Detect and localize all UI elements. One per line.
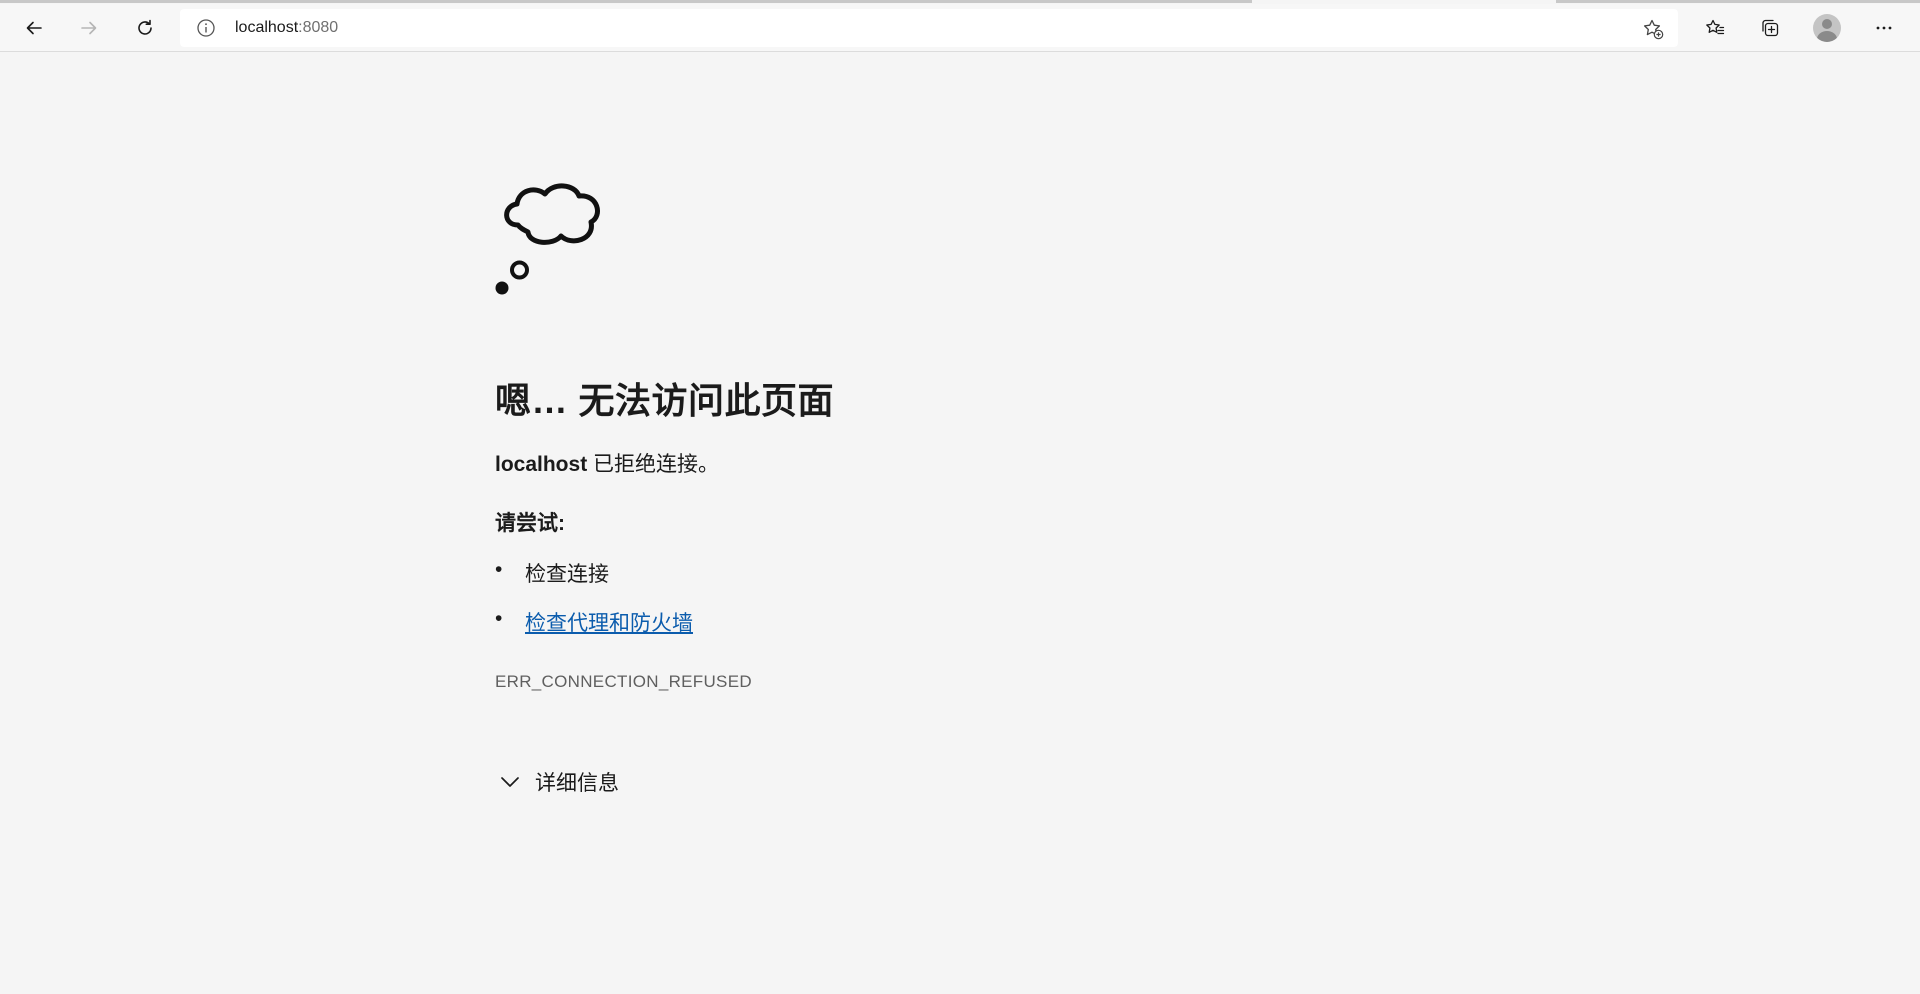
refresh-button[interactable] [126,10,164,46]
back-button[interactable] [15,10,53,46]
favorites-button[interactable] [1696,10,1734,46]
collections-button[interactable] [1751,10,1789,46]
address-host: localhost [235,19,299,36]
details-label: 详细信息 [535,772,619,795]
list-item: • 检查连接 [495,558,693,607]
forward-button[interactable] [70,10,108,46]
try-label: 请尝试: [495,512,565,535]
star-add-icon[interactable] [1642,18,1664,40]
tab-strip-segment [1556,0,1920,3]
details-toggle[interactable]: 详细信息 [499,767,619,797]
forward-arrow-icon [81,21,97,35]
back-arrow-icon [26,21,42,35]
profile-avatar [1813,14,1841,42]
address-bar[interactable]: localhost:8080 [180,9,1678,47]
collections-icon [1762,19,1779,37]
settings-menu-button[interactable] [1865,10,1903,46]
browser-toolbar: localhost:8080 [0,4,1920,52]
address-port: :8080 [298,19,339,36]
refresh-icon [138,19,152,35]
bullet: • [495,607,503,630]
thought-cloud-icon [495,183,600,295]
list-item: • 检查代理和防火墙 [495,607,693,656]
bullet: • [495,558,503,581]
suggestion-check-proxy-firewall-link[interactable]: 检查代理和防火墙 [525,612,693,635]
tab-strip-segment [0,0,1252,3]
favorites-list-icon [1706,19,1725,35]
error-heading: 嗯… 无法访问此页面 [495,380,835,421]
error-host: localhost [495,453,588,476]
address-url[interactable]: localhost:8080 [235,19,338,37]
error-message-text: 已拒绝连接。 [587,453,720,476]
more-menu-icon [1876,26,1892,30]
suggestion-check-connection: 检查连接 [525,563,609,586]
error-message: localhost 已拒绝连接。 [495,448,719,478]
error-code: ERR_CONNECTION_REFUSED [495,672,752,691]
site-info-icon[interactable] [196,18,216,38]
profile-button[interactable] [1808,10,1846,46]
chevron-down-icon [501,777,519,787]
suggestion-list: • 检查连接 • 检查代理和防火墙 [495,558,693,656]
